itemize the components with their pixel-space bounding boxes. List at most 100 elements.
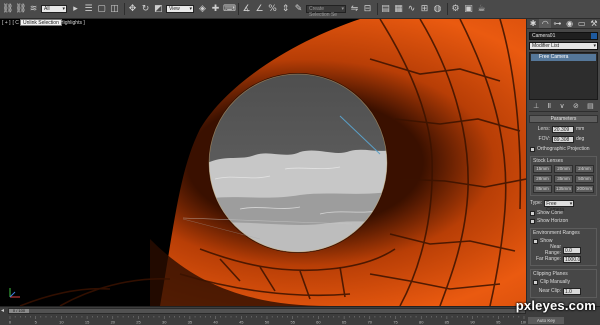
rendered-frame-icon[interactable]: ▣ [463, 4, 474, 15]
lens-28mm-button[interactable]: 28mm [533, 175, 552, 183]
parameters-rollout-header[interactable]: Parameters [529, 115, 598, 123]
layer-manager-icon[interactable]: ▤ [380, 4, 391, 15]
spinner-snap-icon[interactable]: ⇕ [280, 4, 291, 15]
lens-200mm-button[interactable]: 200mm [575, 185, 594, 193]
modifier-stack[interactable]: Free Camera [529, 52, 598, 100]
mirror-icon[interactable]: ⇋ [349, 4, 360, 15]
lens-35mm-button[interactable]: 35mm [554, 175, 573, 183]
ruler-tick-label: 20 [111, 320, 116, 325]
clip-manually-checkbox[interactable] [533, 279, 538, 285]
auto-key-button[interactable]: Auto Key Selected [528, 317, 564, 324]
command-panel: ✱ ◠ ⊶ ◉ ▭ ⚒ Camera01 Modifier List Free … [526, 19, 600, 306]
object-name-field[interactable]: Camera01 [529, 32, 598, 40]
hierarchy-icon[interactable]: ⊶ [551, 19, 563, 28]
remove-modifier-icon[interactable]: ⊘ [573, 102, 579, 110]
ruler-tick-label: 80 [419, 320, 424, 325]
show-cone-checkbox[interactable] [530, 210, 535, 216]
pin-stack-icon[interactable]: ⊥ [533, 102, 539, 110]
percent-snap-icon[interactable]: % [267, 4, 278, 15]
clipping-planes-group: Clipping Planes Clip Manually Near Clip:… [530, 269, 597, 298]
time-slider-thumb[interactable]: 0 / 100 [9, 309, 29, 313]
render-setup-icon[interactable]: ⚙ [450, 4, 461, 15]
camera-type-dropdown[interactable]: Free Camera [544, 199, 575, 213]
viewport-shading-label[interactable]: Highlights ] [60, 20, 85, 26]
move-icon[interactable]: ✥ [127, 4, 138, 15]
window-crossing-icon[interactable]: ◫ [109, 4, 120, 15]
stock-lenses-title: Stock Lenses [533, 158, 564, 164]
stock-lenses-group: Stock Lenses 15mm 20mm 24mm 28mm 35mm 50… [530, 156, 597, 196]
configure-sets-icon[interactable]: ▤ [587, 102, 594, 110]
lens-135mm-button[interactable]: 135mm [554, 185, 573, 193]
make-unique-icon[interactable]: ∨ [559, 102, 564, 110]
ortho-row: Orthographic Projection [530, 145, 597, 153]
selection-filter-dropdown[interactable]: All [41, 5, 67, 13]
modifier-list-dropdown[interactable]: Modifier List [529, 42, 598, 50]
lens-15mm-button[interactable]: 15mm [533, 165, 552, 173]
ruler-tick-label: 95 [496, 320, 501, 325]
motion-icon[interactable]: ◉ [564, 19, 576, 28]
toolbar-divider [377, 3, 378, 15]
lens-24mm-button[interactable]: 24mm [575, 165, 594, 173]
select-region-icon[interactable]: ▢ [96, 4, 107, 15]
timeline-bar: ◂ 0 / 100 0 5 10 15 20 25 30 35 40 45 50 55 60 65 70 75… [0, 306, 600, 325]
lens-85mm-button[interactable]: 85mm [533, 185, 552, 193]
display-icon[interactable]: ▭ [576, 19, 588, 28]
near-clip-spinner[interactable]: 1.0 [563, 287, 581, 295]
select-object-icon[interactable]: ▸ [70, 4, 81, 15]
utilities-icon[interactable]: ⚒ [588, 19, 600, 28]
rotate-icon[interactable]: ↻ [140, 4, 151, 15]
time-slider[interactable]: 0 / 100 [8, 308, 526, 314]
unlink-icon[interactable]: ⛓ [15, 4, 26, 15]
show-end-result-icon[interactable]: Ⅱ [548, 102, 551, 110]
modify-icon[interactable]: ◠ [539, 19, 552, 28]
keyboard-shortcut-icon[interactable]: ⌨ [223, 4, 236, 15]
environment-ranges-group: Environment Ranges Show Near Range: 0.0 … [530, 228, 597, 266]
ruler-tick-label: 50 [265, 320, 270, 325]
bind-spacewarp-icon[interactable]: ≋ [28, 4, 39, 15]
link-icon[interactable]: ⛓ [2, 4, 13, 15]
ruler-tick-label: 30 [162, 320, 167, 325]
near-clip-label: Near Clip: [538, 288, 561, 294]
stack-item-free-camera[interactable]: Free Camera [531, 54, 596, 61]
axis-tripod-icon [9, 288, 20, 298]
tooltip: Unlink Selection [20, 19, 62, 26]
reference-coordinate-dropdown[interactable]: View [166, 5, 194, 13]
orthographic-checkbox[interactable] [530, 146, 535, 152]
create-icon[interactable]: ✱ [527, 19, 539, 28]
object-color-swatch[interactable] [591, 33, 597, 39]
far-range-spinner[interactable]: 1000.0 [563, 255, 581, 263]
near-range-label: Near Range: [544, 244, 561, 256]
material-editor-icon[interactable]: ◍ [432, 4, 443, 15]
timeline-toggle-icon[interactable]: ◂ [1, 307, 4, 314]
named-selection-set-dropdown[interactable]: Create Selection Se [306, 5, 346, 18]
clip-manually-row: Clip Manually [533, 278, 594, 286]
lens-50mm-button[interactable]: 50mm [575, 175, 594, 183]
track-bar[interactable]: 0 5 10 15 20 25 30 35 40 45 50 55 60 65 70 75 80 85 90 95 10… [8, 316, 526, 324]
snap-toggle-icon[interactable]: ∡ [241, 4, 252, 15]
select-manipulate-icon[interactable]: ✚ [210, 4, 221, 15]
select-by-name-icon[interactable]: ☰ [83, 4, 94, 15]
viewport-label[interactable]: [ + ][ C [2, 20, 21, 26]
near-range-spinner[interactable]: 0.0 [563, 246, 581, 254]
show-horizon-label: Show Horizon [537, 218, 569, 224]
scale-icon[interactable]: ◩ [153, 4, 164, 15]
show-horizon-checkbox[interactable] [530, 218, 535, 224]
camera-viewport[interactable]: [ + ][ C Unlink Selection Highlights ] [0, 19, 526, 306]
show-horizon-row: Show Horizon [530, 217, 597, 225]
schematic-view-icon[interactable]: ⊞ [419, 4, 430, 15]
lens-spinner[interactable]: 20.309 [552, 125, 574, 133]
align-icon[interactable]: ⊟ [362, 4, 373, 15]
clip-manually-label: Clip Manually [540, 279, 571, 285]
fov-row: FOV: 89.308 deg [530, 135, 597, 143]
fov-spinner[interactable]: 89.308 [552, 135, 574, 143]
lens-20mm-button[interactable]: 20mm [554, 165, 573, 173]
edit-named-selection-icon[interactable]: ✎ [293, 4, 304, 15]
pivot-icon[interactable]: ◈ [197, 4, 208, 15]
curve-editor-icon[interactable]: ∿ [406, 4, 417, 15]
graphite-tools-icon[interactable]: ▦ [393, 4, 404, 15]
env-show-checkbox[interactable] [533, 238, 538, 244]
far-range-row: Far Range: 1000.0 [533, 255, 594, 263]
render-icon[interactable]: ☕ [476, 4, 487, 15]
near-clip-row: Near Clip: 1.0 [533, 287, 594, 295]
angle-snap-icon[interactable]: ∠ [254, 4, 265, 15]
